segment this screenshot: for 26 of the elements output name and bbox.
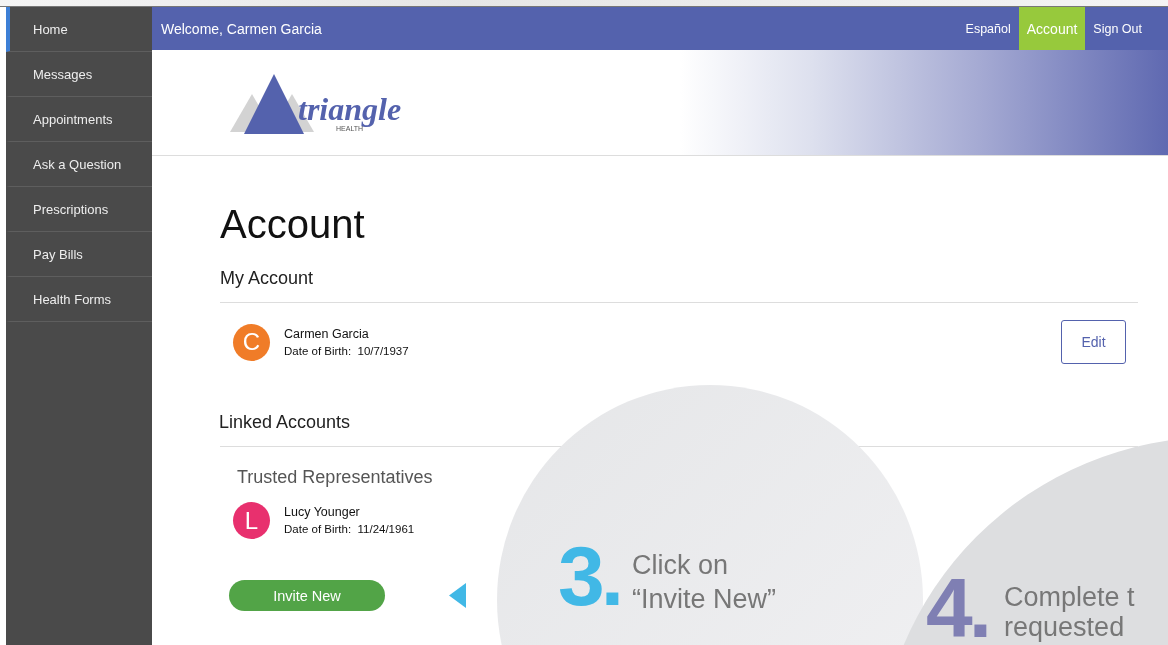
sidebar-item[interactable]: Health Forms <box>6 277 152 322</box>
step-text: “Invite New” <box>632 583 777 616</box>
date-of-birth: Date of Birth: 10/7/1937 <box>284 343 409 359</box>
top-nav-link[interactable]: Sign Out <box>1085 7 1150 50</box>
section-heading: Linked Accounts <box>219 411 352 434</box>
edit-button[interactable]: Edit <box>1061 320 1126 364</box>
page-title: Account <box>220 201 366 248</box>
avatar: L <box>233 502 270 539</box>
date-of-birth: Date of Birth: 11/24/1961 <box>284 522 415 537</box>
logo-wordmark: triangle <box>298 92 402 125</box>
sidebar-item[interactable]: Pay Bills <box>6 232 152 277</box>
step-number: 3. <box>558 534 621 618</box>
welcome-text: Welcome, Carmen Garcia <box>160 20 322 37</box>
top-nav-link[interactable]: Español <box>957 7 1019 50</box>
step-number: 4. <box>926 566 989 645</box>
sidebar-item[interactable]: Prescriptions <box>6 187 152 232</box>
step-text: Click on <box>632 549 730 582</box>
person-name: Lucy Younger <box>284 504 361 521</box>
step-text: Complete t <box>1004 582 1135 612</box>
sidebar-item[interactable]: Ask a Question <box>6 142 152 187</box>
section-heading: My Account <box>220 267 315 290</box>
pointer-triangle-icon <box>449 583 466 608</box>
step-text: requested <box>1004 612 1126 642</box>
avatar: C <box>233 323 270 361</box>
subsection-heading: Trusted Representatives <box>237 467 434 488</box>
person-name: Carmen Garcia <box>284 325 370 343</box>
